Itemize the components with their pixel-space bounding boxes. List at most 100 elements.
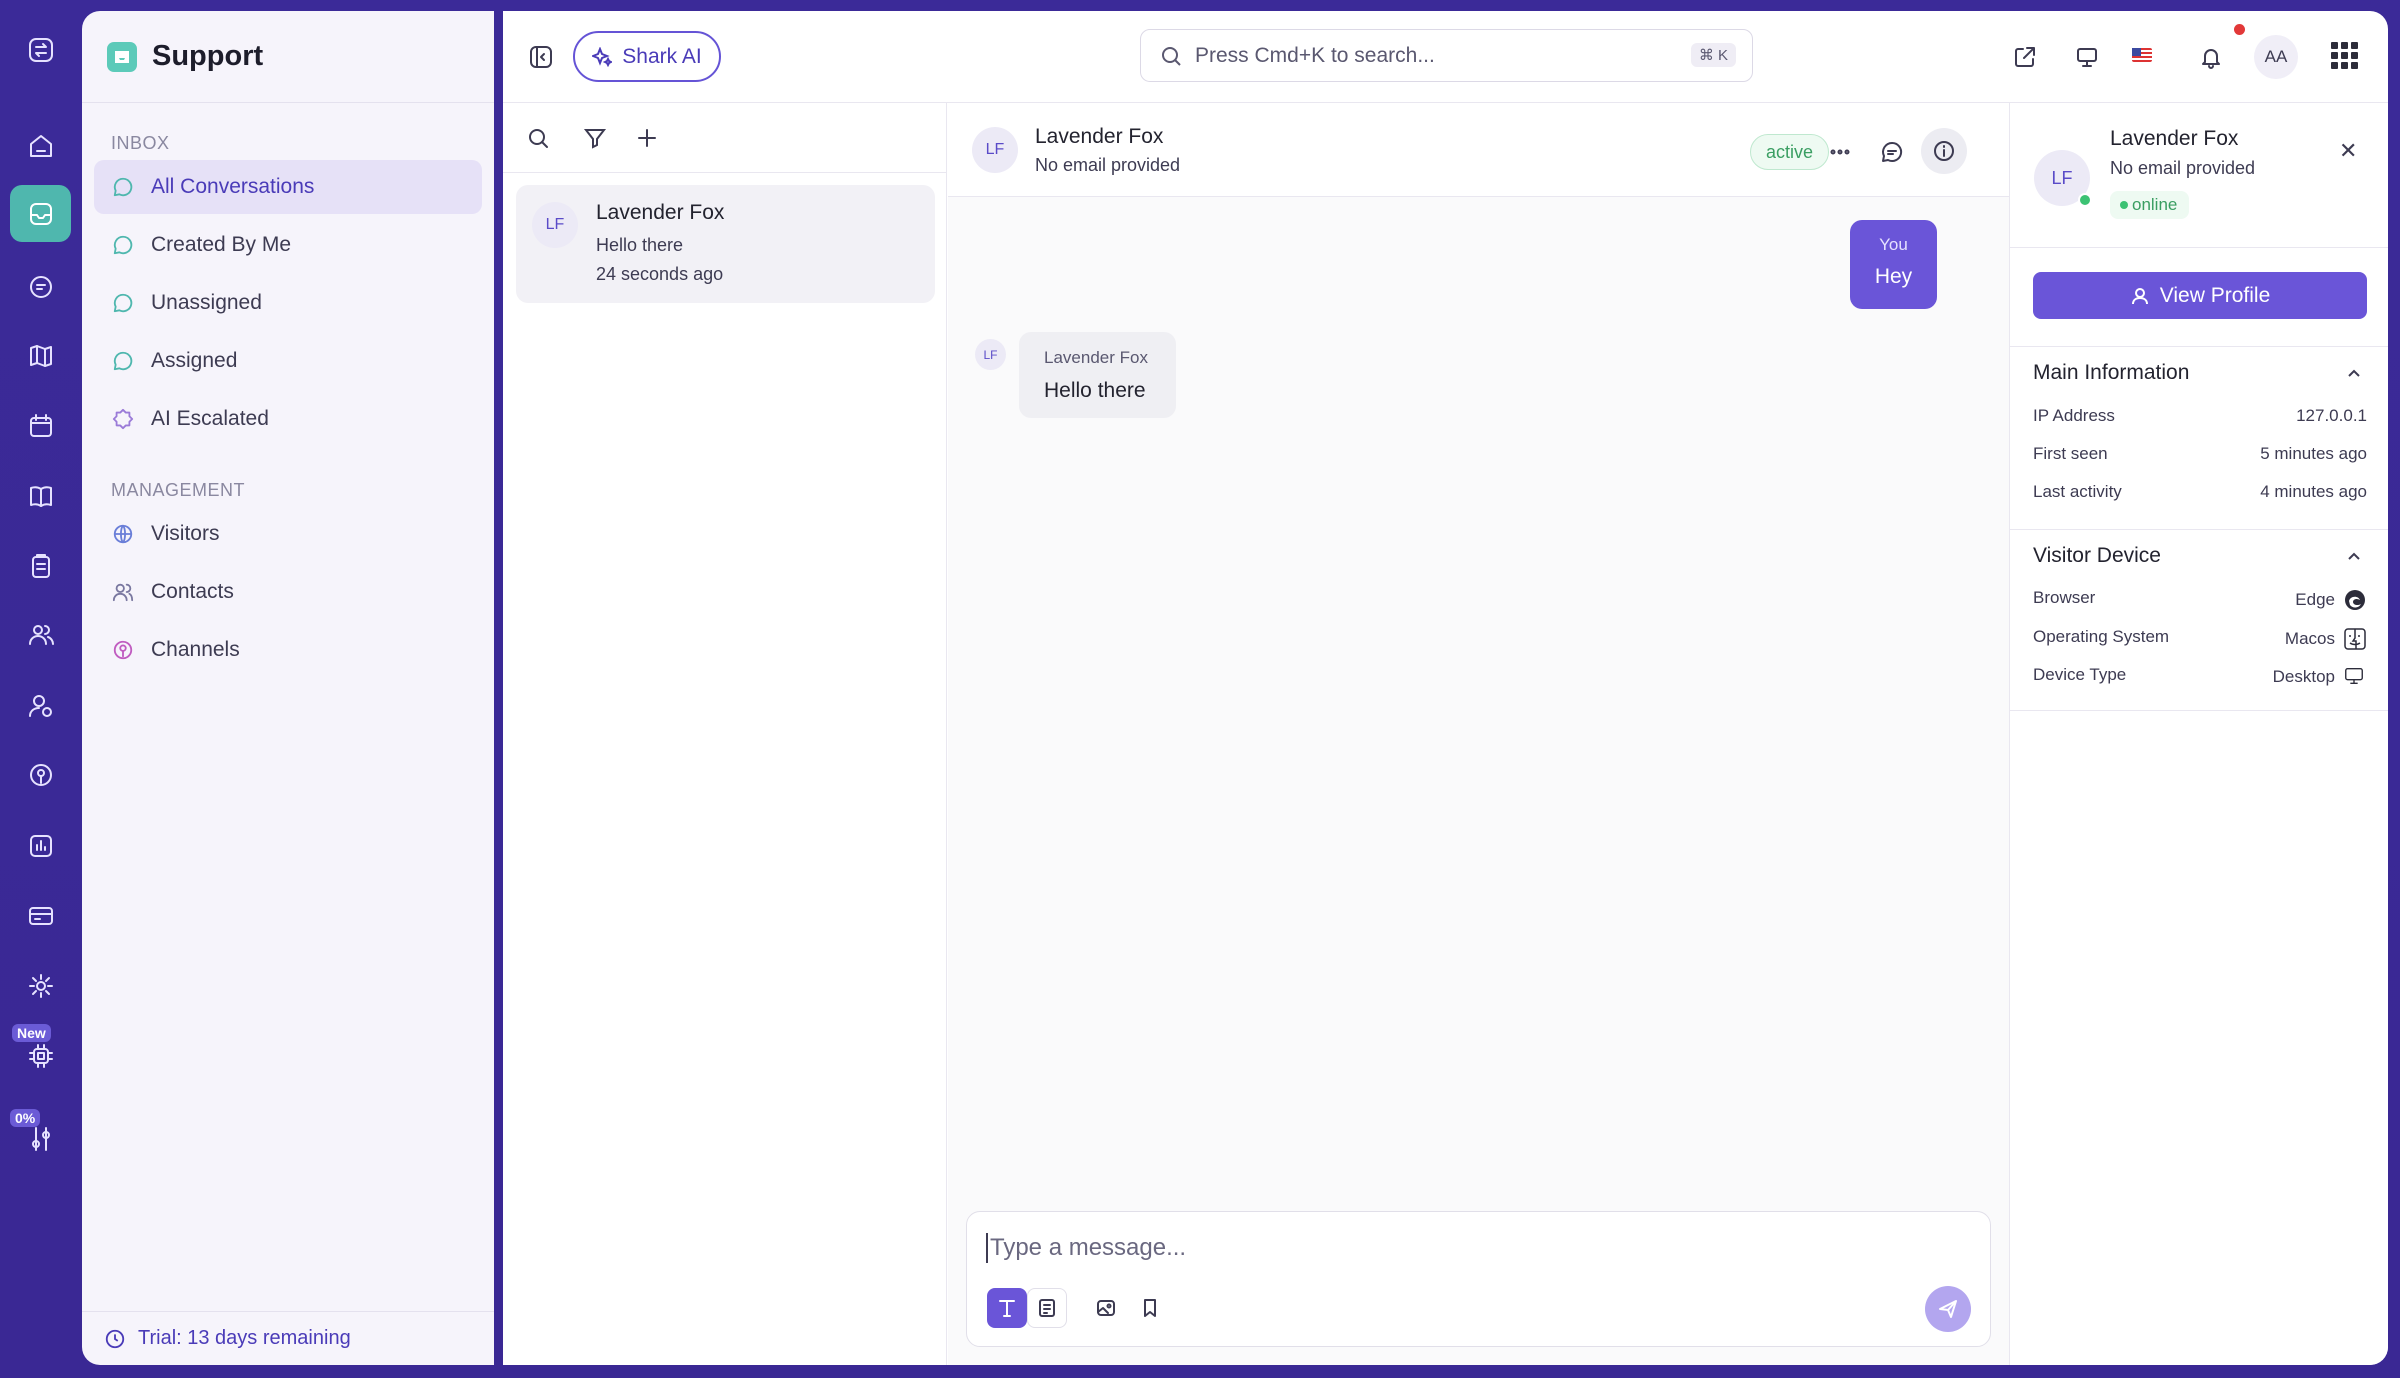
status-badge[interactable]: active xyxy=(1750,134,1830,170)
settings-gear-icon[interactable] xyxy=(10,957,71,1014)
calendar-icon[interactable] xyxy=(10,397,71,454)
search-icon xyxy=(1162,46,1181,66)
billing-card-icon[interactable] xyxy=(10,887,71,944)
chat-bubble-icon xyxy=(111,233,135,257)
message-composer[interactable]: Type a message... xyxy=(966,1211,1991,1347)
search-input[interactable]: Press Cmd+K to search... ⌘ K xyxy=(1140,29,1753,82)
section-title: Main Information xyxy=(2033,361,2190,384)
add-icon[interactable] xyxy=(632,123,662,153)
send-icon xyxy=(1939,1300,1957,1318)
external-link-icon[interactable] xyxy=(2007,39,2043,75)
ai-chip-icon[interactable] xyxy=(10,1027,71,1084)
visitor-device-section: Visitor Device Browser Edge Operating Sy… xyxy=(2010,529,2388,711)
icon-rail: New 0% xyxy=(0,0,81,1378)
section-title: Visitor Device xyxy=(2033,544,2161,567)
online-indicator xyxy=(2078,193,2092,207)
app-window: New 0% Support INBOX All Conversations C… xyxy=(0,0,2400,1378)
trial-status[interactable]: Trial: 13 days remaining xyxy=(82,1311,494,1365)
desktop-icon xyxy=(2343,665,2367,689)
conversation-name: Lavender Fox xyxy=(596,201,725,224)
conversation-time: 24 seconds ago xyxy=(596,264,724,284)
bookmark-icon[interactable] xyxy=(1130,1288,1170,1328)
message-input[interactable]: Type a message... xyxy=(986,1233,1186,1263)
sidebar-item-label: Created By Me xyxy=(151,233,292,256)
chevron-up-icon[interactable] xyxy=(2345,365,2365,385)
map-icon[interactable] xyxy=(10,327,71,384)
device-key: Device Type xyxy=(2033,665,2127,684)
clipboard-icon[interactable] xyxy=(10,537,71,594)
message-text: Hello there xyxy=(1044,379,1146,402)
knowledge-book-icon[interactable] xyxy=(10,467,71,524)
macos-icon xyxy=(2343,627,2367,651)
sidebar-item-unassigned[interactable]: Unassigned xyxy=(94,276,482,330)
message-sender: Lavender Fox xyxy=(1044,348,1148,367)
avatar: LF xyxy=(532,202,578,248)
user-icon xyxy=(2131,287,2148,304)
info-value: 4 minutes ago xyxy=(2260,482,2367,501)
send-button[interactable] xyxy=(1925,1286,1971,1332)
edge-icon xyxy=(2343,588,2367,612)
home-icon[interactable] xyxy=(10,117,71,174)
support-logo-icon xyxy=(107,41,137,72)
sidebar-item-label: Channels xyxy=(151,638,240,661)
app-logo-icon[interactable] xyxy=(10,21,71,78)
device-value: Macos xyxy=(2285,627,2367,651)
filter-icon[interactable] xyxy=(580,123,610,153)
device-value-text: Edge xyxy=(2295,590,2335,609)
search-placeholder: Press Cmd+K to search... xyxy=(1195,43,1435,67)
contact-details-panel: LF Lavender Fox No email provided online… xyxy=(2009,103,2388,1365)
monitor-icon[interactable] xyxy=(2069,39,2105,75)
image-icon[interactable] xyxy=(1086,1288,1126,1328)
info-value: 127.0.0.1 xyxy=(2296,406,2367,425)
notification-dot xyxy=(2234,24,2245,35)
notes-icon[interactable] xyxy=(1873,133,1911,171)
apps-grid-icon[interactable] xyxy=(2331,42,2358,69)
info-key: Last activity xyxy=(2033,482,2122,501)
shark-ai-button[interactable]: Shark AI xyxy=(573,31,721,82)
message-sender: You xyxy=(1879,235,1908,254)
sidebar-item-label: All Conversations xyxy=(151,175,315,198)
info-key: First seen xyxy=(2033,444,2108,463)
messages-icon[interactable] xyxy=(10,258,71,315)
details-email: No email provided xyxy=(2110,158,2256,178)
chat-header: LF Lavender Fox No email provided active xyxy=(948,103,2009,197)
more-options-icon[interactable] xyxy=(1821,133,1859,171)
sidebar-item-contacts[interactable]: Contacts xyxy=(94,565,482,619)
view-profile-label: View Profile xyxy=(2159,283,2271,307)
sliders-icon[interactable] xyxy=(10,1110,71,1167)
search-icon[interactable] xyxy=(523,123,553,153)
sidebar-toggle-icon[interactable] xyxy=(523,39,559,75)
us-flag-icon[interactable] xyxy=(2132,48,2152,62)
location-pin-icon[interactable] xyxy=(10,747,71,804)
chevron-up-icon[interactable] xyxy=(2345,548,2365,568)
sidebar-item-ai-escalated[interactable]: AI Escalated xyxy=(94,392,482,446)
conversation-list-toolbar xyxy=(503,103,946,173)
device-value: Edge xyxy=(2295,588,2367,612)
analytics-icon[interactable] xyxy=(10,817,71,874)
device-value: Desktop xyxy=(2273,665,2367,689)
info-value: 5 minutes ago xyxy=(2260,444,2367,463)
team-icon[interactable] xyxy=(10,606,71,663)
sidebar-item-assigned[interactable]: Assigned xyxy=(94,334,482,388)
note-mode-icon[interactable] xyxy=(1027,1288,1067,1328)
close-icon[interactable]: ✕ xyxy=(2339,138,2357,164)
chat-contact-email: No email provided xyxy=(1035,155,1181,175)
main-panel: Shark AI Press Cmd+K to search... ⌘ K AA xyxy=(503,11,2388,1365)
sidebar-item-created-by-me[interactable]: Created By Me xyxy=(94,218,482,272)
sidebar-item-channels[interactable]: Channels xyxy=(94,623,482,677)
sidebar-item-visitors[interactable]: Visitors xyxy=(94,507,482,561)
device-value-text: Desktop xyxy=(2272,667,2335,686)
sidebar-item-label: Assigned xyxy=(151,349,238,372)
sidebar-item-label: AI Escalated xyxy=(151,407,269,430)
view-profile-button[interactable]: View Profile xyxy=(2033,272,2367,319)
device-key: Browser xyxy=(2033,588,2096,607)
user-avatar[interactable]: AA xyxy=(2254,35,2298,79)
support-inbox-icon[interactable] xyxy=(10,185,71,242)
bell-icon[interactable] xyxy=(2193,39,2229,75)
info-icon[interactable] xyxy=(1921,128,1967,174)
conversation-item[interactable]: LF Lavender Fox Hello there 24 seconds a… xyxy=(516,185,935,303)
sidebar-item-all-conversations[interactable]: All Conversations xyxy=(94,160,482,214)
conversation-list: LF Lavender Fox Hello there 24 seconds a… xyxy=(503,103,947,1365)
text-mode-icon[interactable] xyxy=(987,1288,1027,1328)
user-settings-icon[interactable] xyxy=(10,677,71,734)
